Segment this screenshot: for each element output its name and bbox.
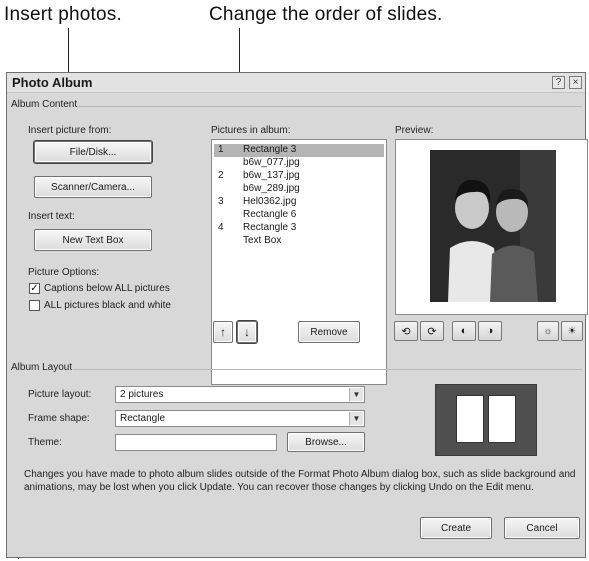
close-icon[interactable]: ×	[569, 76, 582, 89]
album-content-label: Album Content	[11, 99, 78, 110]
captions-option-label: Captions below ALL pictures	[44, 283, 170, 294]
black-white-option-label: ALL pictures black and white	[44, 300, 171, 311]
list-item[interactable]: b6w_289.jpg	[214, 183, 384, 196]
list-item[interactable]: Rectangle 6	[214, 209, 384, 222]
rotate-right-icon: ⟳	[427, 325, 437, 338]
frame-shape-select[interactable]: Rectangle ▼	[115, 410, 365, 427]
callout-change-order: Change the order of slides.	[209, 4, 443, 25]
insert-picture-from-label: Insert picture from:	[28, 125, 112, 136]
rotate-right-button[interactable]: ⟳	[420, 321, 444, 341]
photo-album-dialog: Photo Album ? × Album Content Insert pic…	[6, 72, 588, 558]
arrow-up-icon: ↑	[220, 325, 226, 339]
pictures-list[interactable]: 1 Rectangle 3 b6w_077.jpg 2 b6w_137.jpg …	[211, 139, 387, 385]
chevron-down-icon: ▼	[349, 412, 363, 425]
insert-text-label: Insert text:	[28, 211, 75, 222]
more-contrast-button[interactable]: ◐	[452, 321, 476, 341]
list-item[interactable]: 1 Rectangle 3	[214, 144, 384, 157]
frame-shape-label: Frame shape:	[28, 413, 90, 424]
group-divider	[73, 369, 582, 370]
less-contrast-button[interactable]: ◑	[478, 321, 502, 341]
picture-layout-label: Picture layout:	[28, 389, 92, 400]
arrow-down-icon: ↓	[244, 325, 250, 339]
theme-input[interactable]	[115, 434, 277, 451]
help-icon[interactable]: ?	[552, 76, 565, 89]
list-item[interactable]: Text Box	[214, 235, 384, 248]
create-button[interactable]: Create	[420, 517, 492, 539]
pictures-in-album-label: Pictures in album:	[211, 125, 291, 136]
layout-preview	[435, 384, 537, 456]
more-brightness-button[interactable]: ☼	[537, 321, 559, 341]
black-white-checkbox[interactable]	[29, 300, 40, 311]
less-brightness-button[interactable]: ☀	[561, 321, 583, 341]
layout-page	[488, 395, 516, 443]
cancel-button[interactable]: Cancel	[504, 517, 580, 539]
chevron-down-icon: ▼	[349, 388, 363, 401]
new-text-box-button[interactable]: New Text Box	[34, 229, 152, 251]
picture-layout-select[interactable]: 2 pictures ▼	[115, 386, 365, 403]
brightness-up-icon: ☼	[543, 325, 553, 337]
scanner-camera-button[interactable]: Scanner/Camera...	[34, 176, 152, 198]
album-layout-label: Album Layout	[11, 362, 73, 373]
browse-button[interactable]: Browse...	[287, 432, 365, 452]
contrast-down-icon: ◑	[486, 325, 494, 337]
update-note: Changes you have made to photo album sli…	[24, 469, 576, 493]
move-up-button[interactable]: ↑	[213, 321, 233, 343]
list-item[interactable]: 4 Rectangle 3	[214, 222, 384, 235]
contrast-up-icon: ◐	[460, 325, 468, 337]
group-divider	[77, 106, 582, 107]
dialog-title: Photo Album	[12, 75, 93, 90]
callout-insert-photos: Insert photos.	[4, 4, 122, 25]
file-disk-button[interactable]: File/Disk...	[34, 141, 152, 163]
list-item[interactable]: 3 Hel0362.jpg	[214, 196, 384, 209]
rotate-left-button[interactable]: ⟲	[394, 321, 418, 341]
layout-page	[456, 395, 484, 443]
preview-photo	[430, 150, 556, 302]
theme-label: Theme:	[28, 437, 62, 448]
remove-button[interactable]: Remove	[298, 321, 360, 343]
move-down-button[interactable]: ↓	[237, 321, 257, 343]
rotate-left-icon: ⟲	[401, 325, 411, 338]
list-item[interactable]: b6w_077.jpg	[214, 157, 384, 170]
title-bar: Photo Album ? ×	[7, 73, 585, 93]
list-item[interactable]: 2 b6w_137.jpg	[214, 170, 384, 183]
captions-checkbox[interactable]: ✓	[29, 283, 40, 294]
picture-options-label: Picture Options:	[28, 267, 100, 278]
preview-label: Preview:	[395, 125, 434, 136]
preview-pane	[395, 139, 588, 315]
brightness-down-icon: ☀	[567, 325, 577, 337]
